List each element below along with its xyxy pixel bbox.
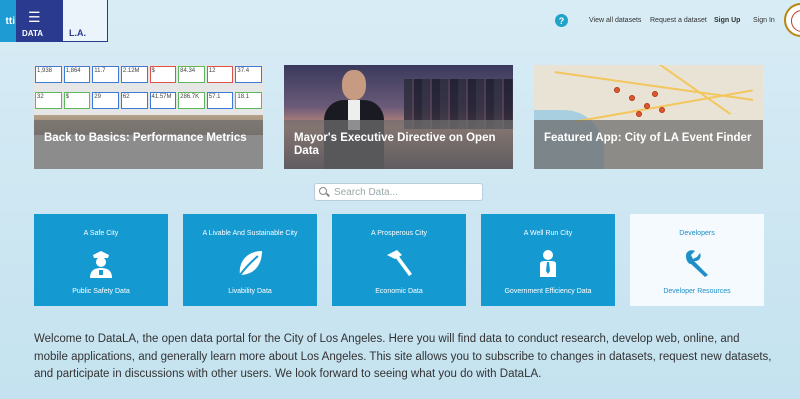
help-icon[interactable]: ? (555, 14, 568, 27)
feature-card-performance-metrics[interactable]: 1,938 1,864 11.7 2.12M $84.34 12 37.4 32 $29 62 4… (34, 65, 263, 169)
category-tile-prosperous-city[interactable]: A Prosperous City Economic Data (332, 214, 466, 306)
data-menu-button[interactable]: ☰ DATA (16, 0, 62, 42)
search-box[interactable] (314, 183, 483, 201)
category-subtitle: Economic Data (375, 288, 423, 295)
category-tile-safe-city[interactable]: A Safe City Public Safety Data (34, 214, 168, 306)
feature-card-mayor-directive[interactable]: Mayor's Executive Directive on Open Data (284, 65, 513, 169)
edge-tile-text: tti (5, 15, 15, 27)
category-title: A Well Run City (523, 230, 573, 237)
search-icon (319, 186, 330, 198)
category-subtitle: Government Efficiency Data (504, 288, 592, 295)
hammer-icon (387, 250, 412, 276)
feature-title: Mayor's Executive Directive on Open Data (284, 120, 513, 169)
nav-sign-in[interactable]: Sign In (753, 17, 775, 24)
nav-sign-up[interactable]: Sign Up (714, 17, 740, 24)
category-title: A Prosperous City (370, 230, 428, 237)
category-tile-well-run-city[interactable]: A Well Run City Government Efficiency Da… (481, 214, 615, 306)
category-title: A Livable And Sustainable City (202, 230, 298, 237)
city-seal-logo (784, 3, 800, 37)
category-subtitle: Developer Resources (663, 288, 731, 295)
leaf-icon (239, 251, 262, 276)
feature-card-event-finder[interactable]: Featured App: City of LA Event Finder (534, 65, 763, 169)
businessperson-icon (540, 250, 556, 277)
nav-view-all-datasets[interactable]: View all datasets (589, 17, 641, 24)
nav-request-dataset[interactable]: Request a dataset (650, 17, 707, 24)
edge-tile[interactable]: tti (0, 0, 16, 42)
category-tile-developers[interactable]: Developers Developer Resources (630, 214, 764, 306)
police-officer-icon (90, 251, 112, 278)
category-subtitle: Livability Data (228, 288, 272, 295)
category-tile-livable-city[interactable]: A Livable And Sustainable City Livabilit… (183, 214, 317, 306)
data-menu-label: DATA (22, 29, 44, 38)
la-menu-button[interactable]: L.A. (62, 0, 108, 42)
top-bar: tti ☰ DATA L.A. ? View all datasets Requ… (0, 0, 800, 42)
feature-title: Featured App: City of LA Event Finder (534, 120, 763, 169)
category-subtitle: Public Safety Data (72, 288, 130, 295)
la-menu-label: L.A. (69, 28, 86, 38)
search-input[interactable] (334, 186, 474, 198)
welcome-paragraph: Welcome to DataLA, the open data portal … (34, 333, 772, 380)
category-title: Developers (679, 230, 715, 237)
category-title: A Safe City (83, 230, 119, 237)
wrench-icon (686, 250, 708, 277)
hamburger-icon: ☰ (28, 9, 41, 25)
feature-title: Back to Basics: Performance Metrics (34, 120, 263, 169)
